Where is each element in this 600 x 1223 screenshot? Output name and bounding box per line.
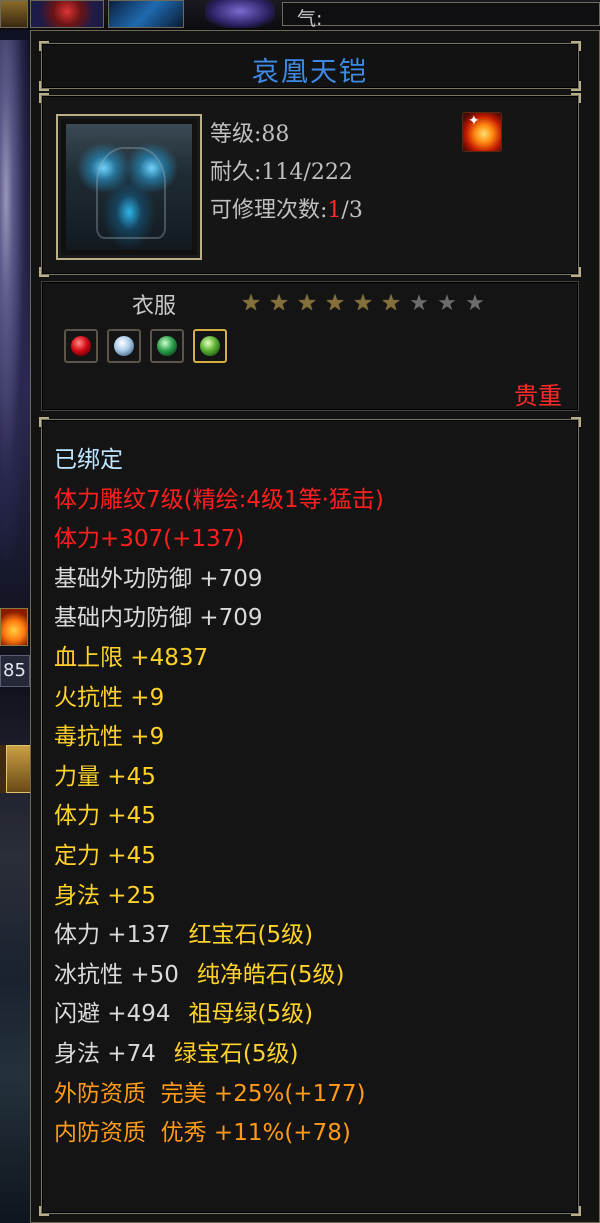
attr-poison-resist: 毒抗性 +9 <box>54 724 165 751</box>
item-icon-frame <box>56 114 202 260</box>
star-filled-icon: ★ <box>325 291 345 316</box>
qi-bar: 气: <box>282 2 600 30</box>
qi-label: 气: <box>297 8 323 30</box>
gem-attr-name: 红宝石(5级) <box>188 922 314 949</box>
item-type-box: 衣服 ★ ★ ★ ★ ★ ★ ★ ★ ★ 贵重 <box>41 281 579 411</box>
red-gem-icon <box>64 329 98 363</box>
star-empty-icon: ★ <box>409 291 429 316</box>
attr-outer-defense: 基础外功防御 +709 <box>54 565 263 592</box>
repair-prefix: 可修理次数: <box>210 198 328 223</box>
attribute-list: 已绑定 体力雕纹7级(精绘:4级1等·猛击) 体力+307(+137) 基础外功… <box>54 442 384 1155</box>
gem-attr-stat: 身法 +74 <box>54 1040 156 1067</box>
gem-attr-row: 身法 +74 绿宝石(5级) <box>54 1036 384 1076</box>
attributes-box: 已绑定 体力雕纹7级(精绘:4级1等·猛击) 体力+307(+137) 基础外功… <box>39 417 581 1216</box>
attr-focus: 定力 +45 <box>54 842 156 869</box>
attr-fire-resist: 火抗性 +9 <box>54 684 165 711</box>
hud-slot-icon[interactable] <box>0 0 28 28</box>
repair-suffix: /3 <box>341 198 363 223</box>
rarity-label: 贵重 <box>514 382 562 410</box>
title-box: 哀凰天铠 <box>39 41 581 91</box>
star-empty-icon: ★ <box>465 291 485 316</box>
star-rating: ★ ★ ★ ★ ★ ★ ★ ★ ★ <box>237 292 489 316</box>
item-info-box: 等级:88 耐久:114/222 可修理次数:1/3 <box>39 93 581 277</box>
attr-hp-max: 血上限 +4837 <box>54 644 209 671</box>
white-gem-icon <box>107 329 141 363</box>
attr-stamina: 体力 +45 <box>54 803 156 830</box>
gem-attr-name: 纯净皓石(5级) <box>196 961 345 988</box>
gem-attr-row: 闪避 +494 祖母绿(5级) <box>54 996 384 1036</box>
item-level: 等级:88 <box>210 122 290 147</box>
gem-attr-name: 绿宝石(5级) <box>173 1040 299 1067</box>
attr-strength: 力量 +45 <box>54 763 156 790</box>
star-filled-icon: ★ <box>353 291 373 316</box>
gem-attr-stat: 闪避 +494 <box>54 1001 171 1028</box>
item-durability: 耐久:114/222 <box>210 160 353 185</box>
attr-outer-quality: 外防资质 完美 +25%(+177) <box>54 1080 366 1107</box>
gem-attr-name: 祖母绿(5级) <box>188 1001 314 1028</box>
armor-icon <box>66 124 192 250</box>
star-empty-icon: ★ <box>437 291 457 316</box>
gem-attr-stat: 冰抗性 +50 <box>54 961 179 988</box>
attr-engraving: 体力雕纹7级(精绘:4级1等·猛击) <box>54 486 384 513</box>
star-filled-icon: ★ <box>297 291 317 316</box>
fire-attribute-icon <box>462 112 502 152</box>
hud-skill-icon[interactable] <box>108 0 184 28</box>
star-filled-icon: ★ <box>241 291 261 316</box>
star-filled-icon: ★ <box>381 291 401 316</box>
lime-gem-icon <box>193 329 227 363</box>
top-hud-bar: 气: <box>0 0 600 30</box>
hud-portrait-icon[interactable] <box>30 0 104 28</box>
attr-stamina-total: 体力+307(+137) <box>54 526 245 553</box>
item-name: 哀凰天铠 <box>252 57 368 88</box>
hud-emblem-icon <box>205 0 275 28</box>
green-gem-icon <box>150 329 184 363</box>
attr-agility: 身法 +25 <box>54 882 156 909</box>
item-repair-count: 可修理次数:1/3 <box>210 192 363 224</box>
attr-bound: 已绑定 <box>54 447 123 473</box>
gem-slots <box>64 329 236 363</box>
gem-attr-stat: 体力 +137 <box>54 922 171 949</box>
character-figure <box>0 40 30 560</box>
attr-inner-quality: 内防资质 优秀 +11%(+78) <box>54 1120 351 1147</box>
item-type: 衣服 <box>132 294 177 319</box>
gem-attr-row: 冰抗性 +50 纯净皓石(5级) <box>54 957 384 997</box>
attr-inner-defense: 基础内功防御 +709 <box>54 605 263 632</box>
repair-current: 1 <box>327 198 342 223</box>
item-tooltip: 哀凰天铠 等级:88 耐久:114/222 可修理次数:1/3 衣服 ★★★★★… <box>30 30 600 1223</box>
fire-skill-icon[interactable] <box>0 608 28 646</box>
side-level-number: 85 <box>0 655 30 687</box>
gem-attr-row: 体力 +137 红宝石(5级) <box>54 917 384 957</box>
star-filled-icon: ★ <box>269 291 289 316</box>
